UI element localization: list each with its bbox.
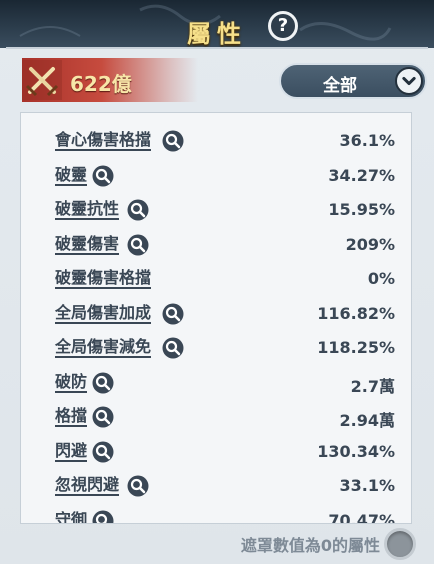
attribute-row[interactable]: 全局傷害加成 116.82%	[21, 294, 411, 328]
attribute-name[interactable]: 忽視閃避	[55, 476, 120, 496]
magnifier-info-icon[interactable]	[92, 406, 114, 428]
combat-power-value: 622億	[70, 72, 132, 96]
attribute-row[interactable]: 全局傷害減免 118.25%	[21, 328, 411, 362]
attribute-row[interactable]: 會心傷害格擋 36.1%	[21, 121, 411, 155]
magnifier-info-icon[interactable]	[92, 510, 114, 525]
magnifier-info-icon[interactable]	[162, 303, 184, 325]
attribute-name[interactable]: 守御	[55, 510, 87, 523]
attribute-row[interactable]: 破防 2.7萬	[21, 363, 411, 397]
attribute-row[interactable]: 閃避 130.34%	[21, 432, 411, 466]
magnifier-info-icon[interactable]	[127, 199, 149, 221]
attribute-name[interactable]: 破靈抗性	[55, 200, 120, 220]
attributes-window: 屬性 ? 622億 全部 會心傷害格擋 36.1% 破靈 34.27% 破靈抗性 15.9…	[0, 0, 434, 564]
help-button[interactable]: ?	[268, 11, 298, 41]
attribute-row[interactable]: 破靈抗性 15.95%	[21, 190, 411, 224]
attribute-row[interactable]: 破靈 34.27%	[21, 156, 411, 190]
attribute-name[interactable]: 破防	[55, 372, 88, 393]
magnifier-info-icon[interactable]	[92, 165, 114, 187]
attribute-value: 0%	[367, 269, 395, 288]
attribute-row[interactable]: 守御 70.47%	[21, 501, 411, 525]
attribute-name[interactable]: 閃避	[55, 441, 88, 462]
attribute-name[interactable]: 格擋	[55, 407, 88, 427]
magnifier-info-icon[interactable]	[162, 337, 184, 359]
magnifier-info-icon[interactable]	[162, 130, 184, 152]
attribute-value: 70.47%	[328, 510, 395, 524]
hide-zero-toggle[interactable]	[384, 528, 416, 560]
attribute-value: 2.94萬	[339, 411, 395, 430]
attribute-value: 34.27%	[328, 165, 395, 185]
filter-selected-label: 全部	[323, 76, 357, 96]
header-bar: 屬性 ?	[0, 0, 434, 48]
crossed-swords-icon	[22, 60, 62, 100]
attribute-name[interactable]: 破靈傷害格擋	[55, 269, 152, 289]
frame-divider	[6, 47, 428, 49]
magnifier-info-icon[interactable]	[127, 234, 149, 256]
attribute-name[interactable]: 全局傷害加成	[55, 303, 152, 324]
attribute-name[interactable]: 破靈	[55, 165, 88, 186]
attribute-value: 36.1%	[339, 131, 395, 150]
attribute-value: 209%	[345, 234, 395, 254]
attribute-row[interactable]: 破靈傷害 209%	[21, 225, 411, 259]
chevron-down-icon[interactable]	[395, 67, 423, 95]
magnifier-info-icon[interactable]	[127, 475, 149, 497]
attribute-value: 116.82%	[317, 303, 395, 323]
attribute-value: 2.7萬	[350, 376, 395, 396]
attribute-row[interactable]: 格擋 2.94萬	[21, 397, 411, 431]
attribute-list[interactable]: 會心傷害格擋 36.1% 破靈 34.27% 破靈抗性 15.95% 破靈傷害 209% 破靈傷…	[20, 112, 412, 524]
attribute-value: 118.25%	[317, 338, 395, 357]
attribute-value: 130.34%	[317, 441, 395, 461]
hide-zero-label: 遮罩數值為0的屬性	[240, 536, 380, 555]
attribute-value: 15.95%	[328, 200, 395, 219]
footer-bar: 遮罩數值為0的屬性	[0, 524, 434, 564]
attribute-name[interactable]: 破靈傷害	[55, 234, 120, 255]
attribute-value: 33.1%	[339, 476, 395, 495]
magnifier-info-icon[interactable]	[92, 372, 114, 394]
attribute-name[interactable]: 會心傷害格擋	[55, 131, 152, 151]
window-title: 屬性	[187, 20, 247, 48]
filter-dropdown[interactable]: 全部	[279, 63, 427, 99]
attribute-row[interactable]: 忽視閃避 33.1%	[21, 466, 411, 500]
attribute-name[interactable]: 全局傷害減免	[55, 338, 152, 358]
attribute-row[interactable]: 破靈傷害格擋 0%	[21, 259, 411, 293]
magnifier-info-icon[interactable]	[92, 441, 114, 463]
